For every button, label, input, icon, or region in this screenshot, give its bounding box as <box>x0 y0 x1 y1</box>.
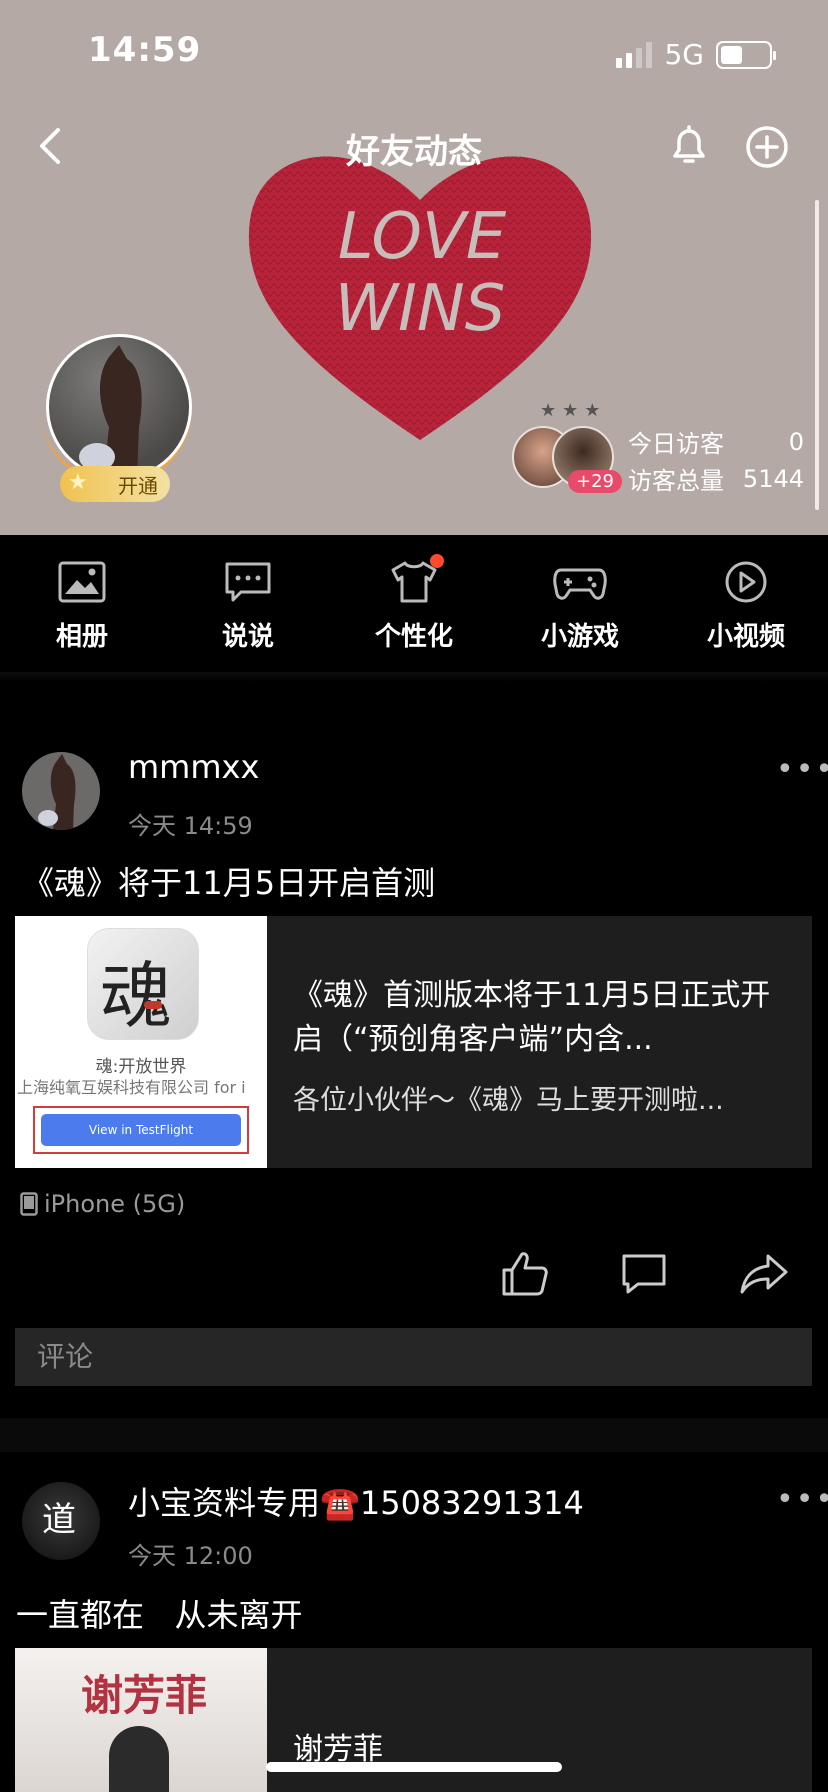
like-icon[interactable] <box>500 1250 550 1298</box>
app-icon-glyph: 魂 <box>100 954 173 1038</box>
signal-icon <box>616 41 653 68</box>
testflight-button: View in TestFlight <box>41 1114 241 1146</box>
stars-decoration: ★★★ <box>540 400 607 421</box>
feature-talk[interactable]: 说说 <box>178 560 318 653</box>
cover-text-wins: WINS <box>335 272 506 346</box>
card-thumbnail: 谢芳菲 <box>15 1648 267 1792</box>
card-thumbnail: 魂 魂:开放世界 上海纯氧互娱科技有限公司 for i View in Test… <box>15 916 267 1168</box>
device-tag: iPhone (5G) <box>20 1190 185 1218</box>
feature-label: 小视频 <box>706 622 785 652</box>
crown-icon: ★ <box>68 470 88 495</box>
post-username[interactable]: 小宝资料专用☎️15083291314 <box>128 1478 584 1524</box>
post-time: 今天 14:59 <box>128 812 253 840</box>
section-divider <box>0 672 828 682</box>
video-icon <box>725 561 767 603</box>
post-avatar[interactable] <box>22 752 100 830</box>
feature-label: 说说 <box>221 622 274 652</box>
horse-avatar-image <box>22 752 100 830</box>
add-circle-icon[interactable] <box>744 124 790 170</box>
comment-icon[interactable] <box>620 1252 668 1296</box>
gamepad-icon <box>553 568 607 600</box>
feature-video[interactable]: 小视频 <box>676 560 816 653</box>
portrait-figure <box>109 1726 169 1792</box>
status-indicators: 5G <box>616 38 776 71</box>
card-title: 《魂》首测版本将于11月5日正式开启（“预创角客户端”内含... <box>293 978 771 1057</box>
share-icon[interactable] <box>738 1252 790 1296</box>
card-description: 各位小伙伴～《魂》马上要开测啦... <box>293 1085 724 1116</box>
feature-label: 小游戏 <box>540 622 619 652</box>
device-name: iPhone (5G) <box>44 1190 186 1218</box>
post-text: 一直都在 从未离开 <box>16 1596 303 1634</box>
app-company: 上海纯氧互娱科技有限公司 for i <box>17 1078 246 1097</box>
post-avatar[interactable]: 道 <box>22 1482 100 1560</box>
home-indicator[interactable] <box>266 1762 562 1772</box>
today-visitors-label: 今日访客 <box>628 430 724 458</box>
feature-album[interactable]: 相册 <box>12 560 152 653</box>
link-card[interactable]: 魂 魂:开放世界 上海纯氧互娱科技有限公司 for i View in Test… <box>15 916 812 1168</box>
more-options-icon[interactable]: ••• <box>776 1482 828 1517</box>
red-stroke <box>144 1001 162 1009</box>
battery-icon <box>716 40 776 69</box>
post-time: 今天 12:00 <box>128 1542 253 1570</box>
feature-label: 相册 <box>55 622 108 652</box>
total-visitors-value: 5144 <box>742 464 804 493</box>
feature-personalize[interactable]: 个性化 <box>344 554 484 653</box>
vip-open-badge[interactable]: ★ 开通 <box>60 466 170 502</box>
post-username[interactable]: mmmxx <box>128 748 259 786</box>
avatar-calligraphy: 道 <box>42 1500 76 1540</box>
post-separator <box>0 1418 828 1452</box>
visitor-avatars[interactable]: +29 <box>512 426 622 493</box>
phone-icon <box>20 1192 38 1216</box>
post-text: 《魂》将于11月5日开启首测 <box>22 864 436 902</box>
cover-text-love: LOVE <box>338 200 507 274</box>
more-options-icon[interactable]: ••• <box>776 752 828 787</box>
visitor-extra-count: +29 <box>568 470 622 493</box>
visitor-stats[interactable]: 今日访客 0 访客总量 5144 <box>628 424 804 496</box>
highlight-box: View in TestFlight <box>33 1106 249 1154</box>
comment-input[interactable]: 评论 <box>15 1328 812 1386</box>
total-visitors-label: 访客总量 <box>628 467 724 495</box>
thumb-title-text: 谢芳菲 <box>81 1671 208 1720</box>
today-visitors-value: 0 <box>788 427 804 456</box>
talk-icon <box>225 562 271 602</box>
user-avatar[interactable] <box>46 334 192 480</box>
network-type: 5G <box>664 38 704 71</box>
status-time: 14:59 <box>88 30 202 70</box>
vip-label: 开通 <box>118 473 158 498</box>
horse-avatar-image <box>79 345 142 477</box>
album-icon <box>58 561 106 603</box>
tshirt-icon <box>391 561 437 603</box>
bell-icon[interactable] <box>666 122 712 168</box>
feature-label: 个性化 <box>374 622 453 652</box>
scroll-indicator <box>815 200 819 510</box>
cover-header[interactable]: LOVE WINS 14:59 5G 好友动态 ★ 开通 ★★★ +29 今日访… <box>0 0 828 535</box>
app-icon: 魂 <box>87 928 199 1040</box>
feature-minigame[interactable]: 小游戏 <box>510 560 650 653</box>
notification-dot <box>430 554 444 568</box>
